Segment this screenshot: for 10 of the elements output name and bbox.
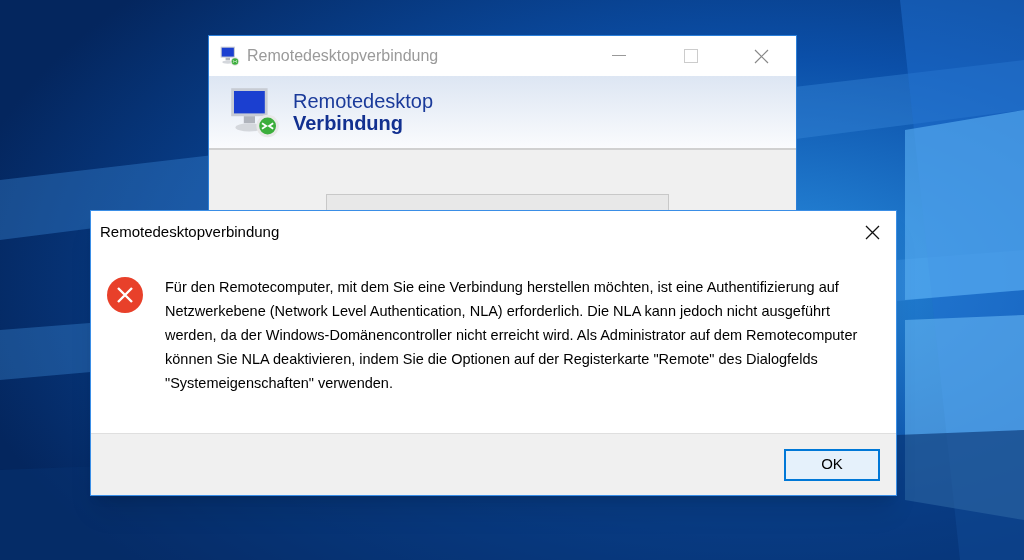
error-message: Für den Remotecomputer, mit dem Sie eine Verbindung herstellen möchten, ist eine Authentifizierung auf Netzwerkebene (Network Level Authentication, NLA) erforderlich. Die NLA kann jedoch nicht ausgeführt werden, da der Windows-Domänencontroller nicht erreicht wird. Als Administrator auf dem Remotecomputer können Sie NLA deaktivieren, indem Sie die Optionen auf der Registerkarte "Remote" des Dialogfelds "Systemeigenschaften" verwenden. xyxy=(165,278,859,393)
close-icon[interactable] xyxy=(865,224,880,240)
dialog-title: Remotedesktopverbindung xyxy=(100,221,280,242)
window-title: Remotedesktopverbindung xyxy=(247,46,439,66)
banner-title: Remotedesktop xyxy=(293,90,434,112)
ok-button[interactable]: OK xyxy=(784,448,880,481)
error-icon xyxy=(106,276,144,314)
monitor-icon xyxy=(219,45,241,67)
banner-subtitle: Verbindung xyxy=(293,112,404,134)
minimize-icon[interactable] xyxy=(612,55,626,57)
